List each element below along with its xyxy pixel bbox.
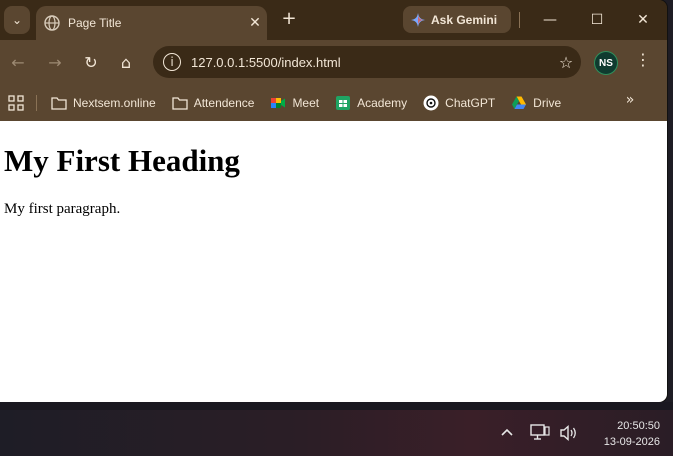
profile-avatar[interactable]: NS <box>595 52 617 74</box>
tab-title: Page Title <box>68 16 122 30</box>
back-button[interactable]: ← <box>6 50 30 74</box>
clock-time: 20:50:50 <box>617 420 660 432</box>
bookmark-label: Drive <box>533 95 562 110</box>
page-heading: My First Heading <box>4 143 240 178</box>
bookmark-chatgpt[interactable]: ChatGPT <box>423 95 495 111</box>
bookmark-drive[interactable]: Drive <box>511 95 561 111</box>
browser-toolbar: ← → ↻ ⌂ i 127.0.0.1:5500/index.html ☆ NS… <box>0 40 667 84</box>
bookmark-label: Attendence <box>193 95 255 110</box>
separator <box>519 12 520 28</box>
ask-gemini-button[interactable]: Ask Gemini <box>403 6 511 33</box>
tray-overflow-chevron-icon[interactable] <box>500 426 514 440</box>
maximize-button[interactable]: ☐ <box>574 6 620 34</box>
minimize-button[interactable]: — <box>527 6 573 34</box>
close-window-button[interactable]: ✕ <box>620 6 666 34</box>
bookmarks-separator <box>36 94 37 111</box>
address-bar[interactable]: i 127.0.0.1:5500/index.html ☆ <box>153 46 581 78</box>
gemini-spark-icon <box>411 12 425 27</box>
meet-icon <box>271 97 286 108</box>
tab-search-button[interactable]: ⌄ <box>4 6 30 34</box>
globe-icon <box>44 15 60 31</box>
browser-menu-icon[interactable]: ⋮ <box>633 50 653 74</box>
home-button[interactable]: ⌂ <box>114 50 138 74</box>
apps-grid-icon[interactable] <box>8 94 24 111</box>
browser-window: ⌄ Page Title ✕ + Ask Gemini — ☐ ✕ ← → ↻ … <box>0 0 667 402</box>
chatgpt-icon <box>423 95 439 110</box>
site-info-icon[interactable]: i <box>163 53 181 71</box>
system-clock[interactable]: 20:50:50 13-09-2026 <box>590 418 660 450</box>
bookmark-nextsem[interactable]: Nextsem.online <box>51 95 156 111</box>
clock-date: 13-09-2026 <box>603 436 660 448</box>
bookmark-meet[interactable]: Meet <box>270 95 319 111</box>
chevron-down-icon: ⌄ <box>11 13 23 27</box>
reload-button[interactable]: ↻ <box>79 50 103 74</box>
desktop-strip <box>0 402 673 410</box>
volume-icon[interactable] <box>559 424 579 442</box>
sheets-icon <box>336 95 351 110</box>
bookmarks-bar: Nextsem.online Attendence Meet Academy C… <box>0 84 667 121</box>
page-paragraph: My first paragraph. <box>4 201 121 217</box>
bookmark-label: Academy <box>357 95 408 110</box>
more-bookmarks-icon[interactable]: » <box>622 92 638 108</box>
tab-page-title[interactable]: Page Title ✕ <box>36 6 267 40</box>
tab-close-icon[interactable]: ✕ <box>243 15 267 31</box>
taskbar: 20:50:50 13-09-2026 <box>0 410 673 456</box>
tab-strip: ⌄ Page Title ✕ + Ask Gemini — ☐ ✕ <box>0 0 667 40</box>
bookmark-academy[interactable]: Academy <box>335 95 407 111</box>
folder-icon <box>172 96 188 110</box>
folder-icon <box>51 96 67 110</box>
forward-button[interactable]: → <box>43 50 67 74</box>
bookmark-label: Meet <box>292 95 320 110</box>
drive-icon <box>512 96 527 109</box>
new-tab-button[interactable]: + <box>278 8 300 30</box>
url-text[interactable]: 127.0.0.1:5500/index.html <box>191 55 551 70</box>
ask-gemini-label: Ask Gemini <box>431 12 498 27</box>
bookmark-label: ChatGPT <box>445 95 496 110</box>
bookmark-attendence[interactable]: Attendence <box>172 95 255 111</box>
page-viewport: My First Heading My first paragraph. <box>0 121 667 402</box>
network-icon[interactable] <box>530 424 550 442</box>
bookmark-label: Nextsem.online <box>73 95 156 110</box>
bookmark-star-icon[interactable]: ☆ <box>551 53 581 72</box>
